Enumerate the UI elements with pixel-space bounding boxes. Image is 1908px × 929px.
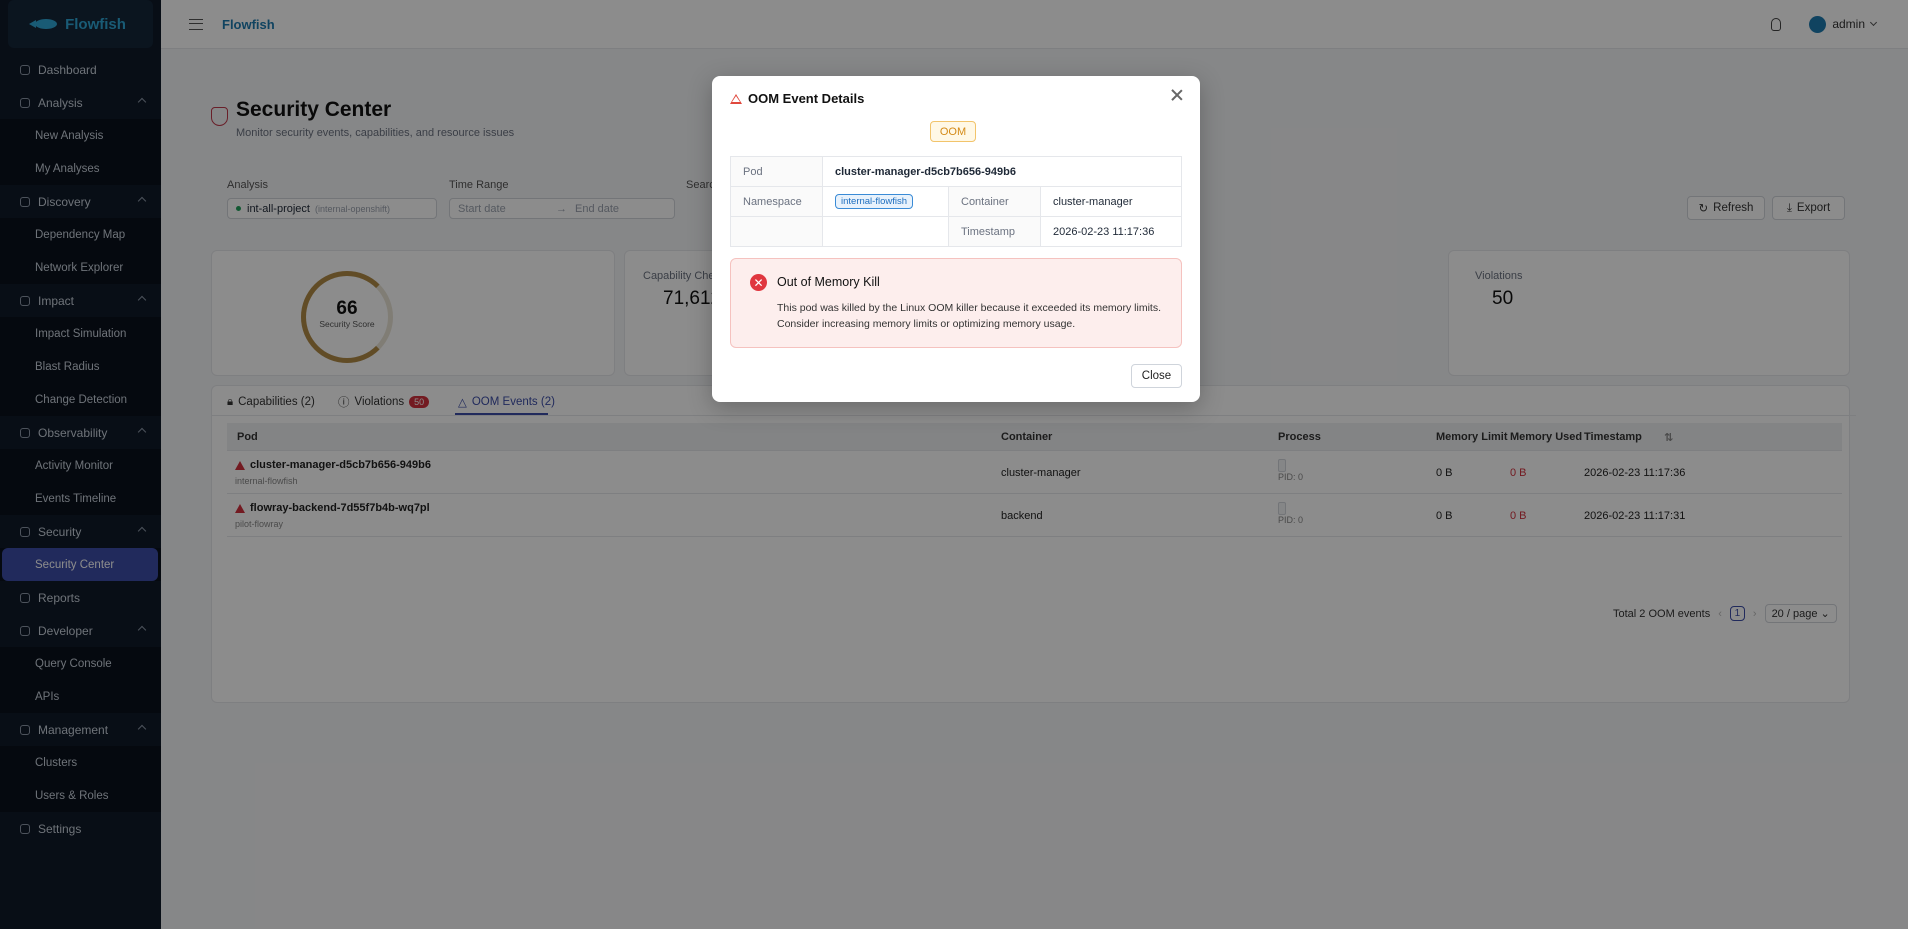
oom-alert: ✕ Out of Memory Kill This pod was killed… bbox=[730, 258, 1182, 348]
empty-label bbox=[730, 216, 823, 247]
close-icon[interactable] bbox=[1170, 88, 1184, 102]
container-value: cluster-manager bbox=[1040, 186, 1182, 217]
oom-event-modal: OOM Event Details OOM Pod cluster-manage… bbox=[712, 76, 1200, 402]
warning-icon bbox=[730, 94, 742, 104]
oom-tag: OOM bbox=[930, 121, 976, 142]
alert-title: Out of Memory Kill bbox=[777, 275, 880, 289]
error-icon: ✕ bbox=[750, 274, 767, 291]
timestamp-label: Timestamp bbox=[948, 216, 1041, 247]
close-button[interactable]: Close bbox=[1131, 364, 1182, 388]
container-label: Container bbox=[948, 186, 1041, 217]
namespace-cell: internal-flowfish bbox=[822, 186, 949, 217]
pod-label: Pod bbox=[730, 156, 823, 187]
event-details-table: Pod cluster-manager-d5cb7b656-949b6 Name… bbox=[730, 156, 1182, 247]
timestamp-value: 2026-02-23 11:17:36 bbox=[1040, 216, 1182, 247]
namespace-label: Namespace bbox=[730, 186, 823, 217]
namespace-tag: internal-flowfish bbox=[835, 194, 913, 209]
alert-message: This pod was killed by the Linux OOM kil… bbox=[777, 302, 1161, 330]
modal-title: OOM Event Details bbox=[748, 91, 865, 106]
pod-value: cluster-manager-d5cb7b656-949b6 bbox=[822, 156, 1182, 187]
empty-cell bbox=[822, 216, 949, 247]
